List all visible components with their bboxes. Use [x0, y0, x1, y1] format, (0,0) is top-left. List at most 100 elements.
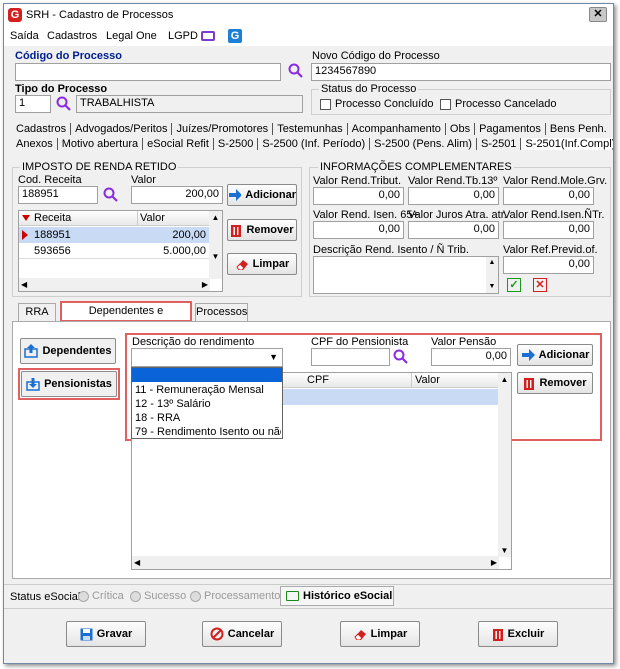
- pensao-col-valor: Valor: [415, 374, 440, 386]
- adicionar-pensao-button[interactable]: Adicionar: [517, 344, 593, 366]
- pensao-horizontal-scrollbar[interactable]: ◀ ▶: [132, 556, 499, 569]
- juros-label: Valor Juros Atra. atr.: [408, 209, 507, 221]
- menu-legal-one[interactable]: Legal One: [106, 30, 157, 42]
- tipo-processo-label: Tipo do Processo: [15, 83, 108, 95]
- g-app-icon[interactable]: G: [228, 29, 242, 43]
- tabs-row-2: Anexos Motivo abertura eSocial Refit S-2500…: [12, 138, 613, 150]
- remover-pensao-label: Remover: [539, 377, 587, 389]
- desc-rendimento-select[interactable]: ▼: [131, 348, 283, 367]
- juros-input[interactable]: 0,00: [408, 221, 499, 239]
- info-compl-label: INFORMAÇÕES COMPLEMENTARES: [318, 161, 514, 173]
- subtab-processos-label: Processos: [196, 306, 248, 318]
- search-tipo-icon[interactable]: [56, 96, 72, 112]
- dropdown-option-blank[interactable]: [132, 368, 282, 382]
- dependentes-button[interactable]: Dependentes: [20, 338, 116, 364]
- dropdown-option[interactable]: 18 - RRA: [135, 412, 180, 424]
- tipo-processo-code-input[interactable]: 1: [15, 95, 51, 113]
- subtab-dependentes-pensionistas[interactable]: Dependentes e Pensionistas: [60, 301, 192, 334]
- monitor-icon[interactable]: [201, 31, 215, 41]
- tab-bens-penh[interactable]: Bens Penh.: [546, 123, 611, 135]
- rend-tribut-input[interactable]: 0,00: [313, 187, 404, 205]
- novo-codigo-input[interactable]: 1234567890: [311, 63, 611, 81]
- confirm-check-icon[interactable]: ✓: [507, 278, 521, 292]
- radio-critica[interactable]: Crítica: [78, 590, 124, 602]
- tab-advogados[interactable]: Advogados/Peritos: [71, 123, 173, 135]
- search-receita-icon[interactable]: [103, 187, 119, 203]
- rend-isen65-label: Valor Rend. Isen. 65+: [313, 209, 419, 221]
- limpar-button[interactable]: Limpar: [340, 621, 420, 647]
- cancelar-button[interactable]: Cancelar: [202, 621, 282, 647]
- irrf-vertical-scrollbar[interactable]: ▲ ▼: [209, 211, 222, 279]
- dropdown-option[interactable]: 12 - 13º Salário: [135, 398, 211, 410]
- irrf-col-receita: Receita: [34, 212, 72, 224]
- tab-motivo-abertura[interactable]: Motivo abertura: [58, 138, 144, 150]
- adicionar-irrf-button[interactable]: Adicionar: [227, 184, 297, 206]
- cancel-x-icon[interactable]: ✕: [533, 278, 547, 292]
- radio-critica-label: Crítica: [92, 590, 124, 602]
- gravar-label: Gravar: [96, 628, 133, 640]
- rend-tb13-input[interactable]: 0,00: [408, 187, 499, 205]
- tab-obs[interactable]: Obs: [446, 123, 476, 135]
- tab-cadastros[interactable]: Cadastros: [12, 123, 72, 135]
- table-row[interactable]: 188951 200,00: [19, 227, 210, 243]
- valor-pensao-label: Valor Pensão: [431, 336, 497, 348]
- excluir-button[interactable]: Excluir: [478, 621, 558, 647]
- gravar-button[interactable]: Gravar: [66, 621, 146, 647]
- tab-s2501-inf-compl[interactable]: S-2501(Inf.Compl): [521, 138, 613, 150]
- menu-lgpd[interactable]: LGPD: [168, 30, 198, 42]
- window-title: SRH - Cadastro de Processos: [26, 9, 174, 21]
- close-window-button[interactable]: ✕: [589, 7, 607, 22]
- historico-esocial-button[interactable]: Histórico eSocial: [280, 586, 394, 606]
- radio-processamento[interactable]: Processamento: [190, 590, 280, 602]
- tab-esocial-refit[interactable]: eSocial Refit: [143, 138, 214, 150]
- dropdown-option[interactable]: 79 - Rendimento Isento ou não tribu: [135, 426, 281, 438]
- irrf-horizontal-scrollbar[interactable]: ◀ ▶: [19, 278, 210, 291]
- rend-isen65-input[interactable]: 0,00: [313, 221, 404, 239]
- menu-cadastros[interactable]: Cadastros: [47, 30, 97, 42]
- tab-s2501[interactable]: S-2501: [477, 138, 522, 150]
- tab-s2500[interactable]: S-2500: [214, 138, 259, 150]
- checkbox-concluido[interactable]: Processo Concluído: [320, 98, 433, 110]
- rend-mole-input[interactable]: 0,00: [503, 187, 594, 205]
- ref-previd-input[interactable]: 0,00: [503, 256, 594, 274]
- tab-testemunhas[interactable]: Testemunhas: [273, 123, 348, 135]
- status-esocial-bar: Status eSocial: Crítica Sucesso Processa…: [4, 584, 613, 606]
- adicionar-pensao-label: Adicionar: [538, 349, 590, 361]
- tab-anexos[interactable]: Anexos: [12, 138, 58, 150]
- upload-icon: [24, 344, 39, 358]
- dropdown-option[interactable]: 11 - Remuneração Mensal: [135, 384, 264, 396]
- remover-irrf-button[interactable]: Remover: [227, 219, 297, 241]
- valor-input[interactable]: 200,00: [131, 186, 223, 204]
- desc-rend-isento-textarea[interactable]: ▲ ▼: [313, 256, 499, 294]
- valor-pensao-input[interactable]: 0,00: [431, 348, 511, 366]
- radio-processamento-label: Processamento: [204, 590, 281, 602]
- checkbox-cancelado[interactable]: Processo Cancelado: [440, 98, 557, 110]
- pensao-vertical-scrollbar[interactable]: ▲ ▼: [498, 373, 511, 557]
- tab-s2500-pens[interactable]: S-2500 (Pens. Alim): [370, 138, 477, 150]
- codigo-processo-input[interactable]: [15, 63, 281, 81]
- status-esocial-label: Status eSocial:: [10, 591, 84, 603]
- cod-receita-input[interactable]: 188951: [18, 186, 98, 204]
- subtab-processos[interactable]: Processos: [195, 303, 248, 321]
- menu-saida[interactable]: Saída: [10, 30, 39, 42]
- tab-juizes[interactable]: Juízes/Promotores: [172, 123, 274, 135]
- search-codigo-icon[interactable]: [288, 63, 304, 79]
- pensionistas-button[interactable]: Pensionistas: [21, 371, 117, 397]
- textarea-scrollbar[interactable]: ▲ ▼: [486, 257, 498, 293]
- arrow-right-icon: [521, 349, 535, 361]
- rend-tb13-label: Valor Rend.Tb.13º: [408, 175, 498, 187]
- limpar-irrf-button[interactable]: Limpar: [227, 253, 297, 275]
- radio-sucesso[interactable]: Sucesso: [130, 590, 186, 602]
- subtab-rra[interactable]: RRA: [18, 303, 56, 321]
- tab-pagamentos[interactable]: Pagamentos: [475, 123, 546, 135]
- tab-acompanhamento[interactable]: Acompanhamento: [348, 123, 446, 135]
- tipo-processo-desc: TRABALHISTA: [76, 95, 303, 113]
- remover-pensao-button[interactable]: Remover: [517, 372, 593, 394]
- tab-s2500-periodo[interactable]: S-2500 (Inf. Período): [258, 138, 371, 150]
- table-row[interactable]: 593656 5.000,00: [19, 243, 210, 259]
- search-cpf-icon[interactable]: [393, 349, 409, 365]
- cpf-pensionista-input[interactable]: [311, 348, 390, 366]
- footer-bar: Gravar Cancelar Limpar Excluir: [4, 608, 613, 663]
- download-icon: [26, 378, 40, 391]
- rend-isen-ntr-input[interactable]: 0,00: [503, 221, 594, 239]
